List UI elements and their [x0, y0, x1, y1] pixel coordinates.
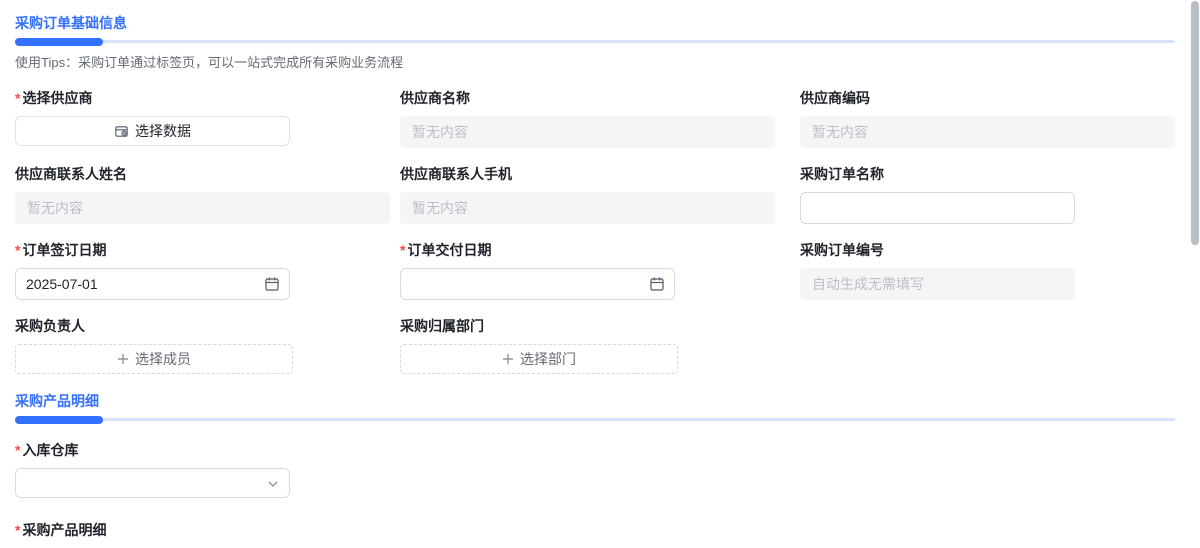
progress-pill	[15, 38, 103, 46]
form-row-1: * 选择供应商 选择数据 供应商名称 暂无内容 供应商编码 暂无内容	[15, 88, 1200, 148]
field-order-name: 采购订单名称	[800, 164, 1175, 224]
progress-track	[15, 40, 1175, 43]
select-member-button[interactable]: 选择成员	[15, 344, 293, 374]
sign-date-value: 2025-07-01	[26, 276, 98, 292]
vertical-scrollbar-track[interactable]	[1190, 0, 1200, 548]
plus-icon	[502, 353, 514, 365]
section-title-basic-info: 采购订单基础信息	[15, 15, 127, 31]
plus-icon	[117, 353, 129, 365]
progress-pill	[15, 416, 103, 424]
supplier-name-input-disabled: 暂无内容	[400, 116, 775, 148]
form-row-3: * 订单签订日期 2025-07-01 * 订单交付日期 采购订单编号 自动生成…	[15, 240, 1200, 300]
select-data-icon	[114, 124, 129, 139]
progress-track	[15, 418, 1175, 421]
select-data-label: 选择数据	[135, 123, 191, 139]
delivery-date-picker[interactable]	[400, 268, 675, 300]
vertical-scrollbar-thumb[interactable]	[1191, 1, 1199, 245]
field-label-text: 供应商编码	[800, 90, 870, 106]
field-purchase-department: 采购归属部门 选择部门	[400, 316, 775, 374]
field-label-text: 订单签订日期	[22, 242, 107, 258]
required-asterisk: *	[15, 90, 21, 106]
warehouse-select[interactable]	[15, 468, 290, 498]
field-label-text: 选择供应商	[22, 90, 93, 106]
field-warehouse: * 入库仓库	[15, 440, 1200, 498]
field-sign-date: * 订单签订日期 2025-07-01	[15, 240, 390, 300]
field-label-text: 供应商联系人手机	[400, 166, 512, 182]
field-order-no: 采购订单编号 自动生成无需填写	[800, 240, 1175, 300]
order-no-input-disabled: 自动生成无需填写	[800, 268, 1075, 300]
select-member-label: 选择成员	[135, 351, 191, 367]
form-row-2: 供应商联系人姓名 暂无内容 供应商联系人手机 暂无内容 采购订单名称	[15, 164, 1200, 224]
field-label-text: 订单交付日期	[407, 242, 492, 258]
field-delivery-date: * 订单交付日期	[400, 240, 775, 300]
calendar-icon	[649, 276, 665, 292]
field-supplier-code: 供应商编码 暂无内容	[800, 88, 1175, 148]
required-asterisk: *	[15, 242, 21, 258]
purchase-order-form-page: 采购订单基础信息 使用Tips：采购订单通过标签页，可以一站式完成所有采购业务流…	[0, 0, 1200, 548]
select-supplier-data-button[interactable]: 选择数据	[15, 116, 290, 146]
calendar-icon	[264, 276, 280, 292]
section-progress-products	[15, 416, 1175, 424]
select-department-label: 选择部门	[520, 351, 576, 367]
sign-date-picker[interactable]: 2025-07-01	[15, 268, 290, 300]
select-department-button[interactable]: 选择部门	[400, 344, 678, 374]
required-asterisk: *	[15, 522, 21, 538]
field-purchase-owner: 采购负责人 选择成员	[15, 316, 390, 374]
product-table-label: * 采购产品明细	[15, 520, 1200, 540]
section-title-product-detail: 采购产品明细	[15, 393, 99, 409]
chevron-down-icon	[267, 478, 279, 490]
field-supplier-contact-phone: 供应商联系人手机 暂无内容	[400, 164, 775, 224]
field-label-text: 采购归属部门	[400, 318, 484, 334]
required-asterisk: *	[15, 442, 21, 458]
field-label-text: 供应商名称	[400, 90, 470, 106]
field-label-text: 采购订单编号	[800, 242, 884, 258]
field-supplier-contact-name: 供应商联系人姓名 暂无内容	[15, 164, 390, 224]
form-row-4-spacer	[800, 316, 1175, 374]
field-label-text: 供应商联系人姓名	[15, 166, 127, 182]
usage-tips-text: 使用Tips：采购订单通过标签页，可以一站式完成所有采购业务流程	[15, 55, 404, 70]
order-name-input[interactable]	[800, 192, 1075, 224]
field-supplier-name: 供应商名称 暂无内容	[400, 88, 775, 148]
product-table-label-text: 采购产品明细	[22, 522, 107, 538]
supplier-contact-name-input-disabled: 暂无内容	[15, 192, 390, 224]
field-label-text: 采购订单名称	[800, 166, 884, 182]
field-supplier-select: * 选择供应商 选择数据	[15, 88, 390, 148]
field-label-text: 入库仓库	[22, 442, 79, 458]
section-progress-basic	[15, 38, 1175, 46]
required-asterisk: *	[400, 242, 406, 258]
form-row-4: 采购负责人 选择成员 采购归属部门 选择部门	[15, 316, 1200, 374]
supplier-contact-phone-input-disabled: 暂无内容	[400, 192, 775, 224]
supplier-code-input-disabled: 暂无内容	[800, 116, 1175, 148]
field-label-text: 采购负责人	[15, 318, 85, 334]
